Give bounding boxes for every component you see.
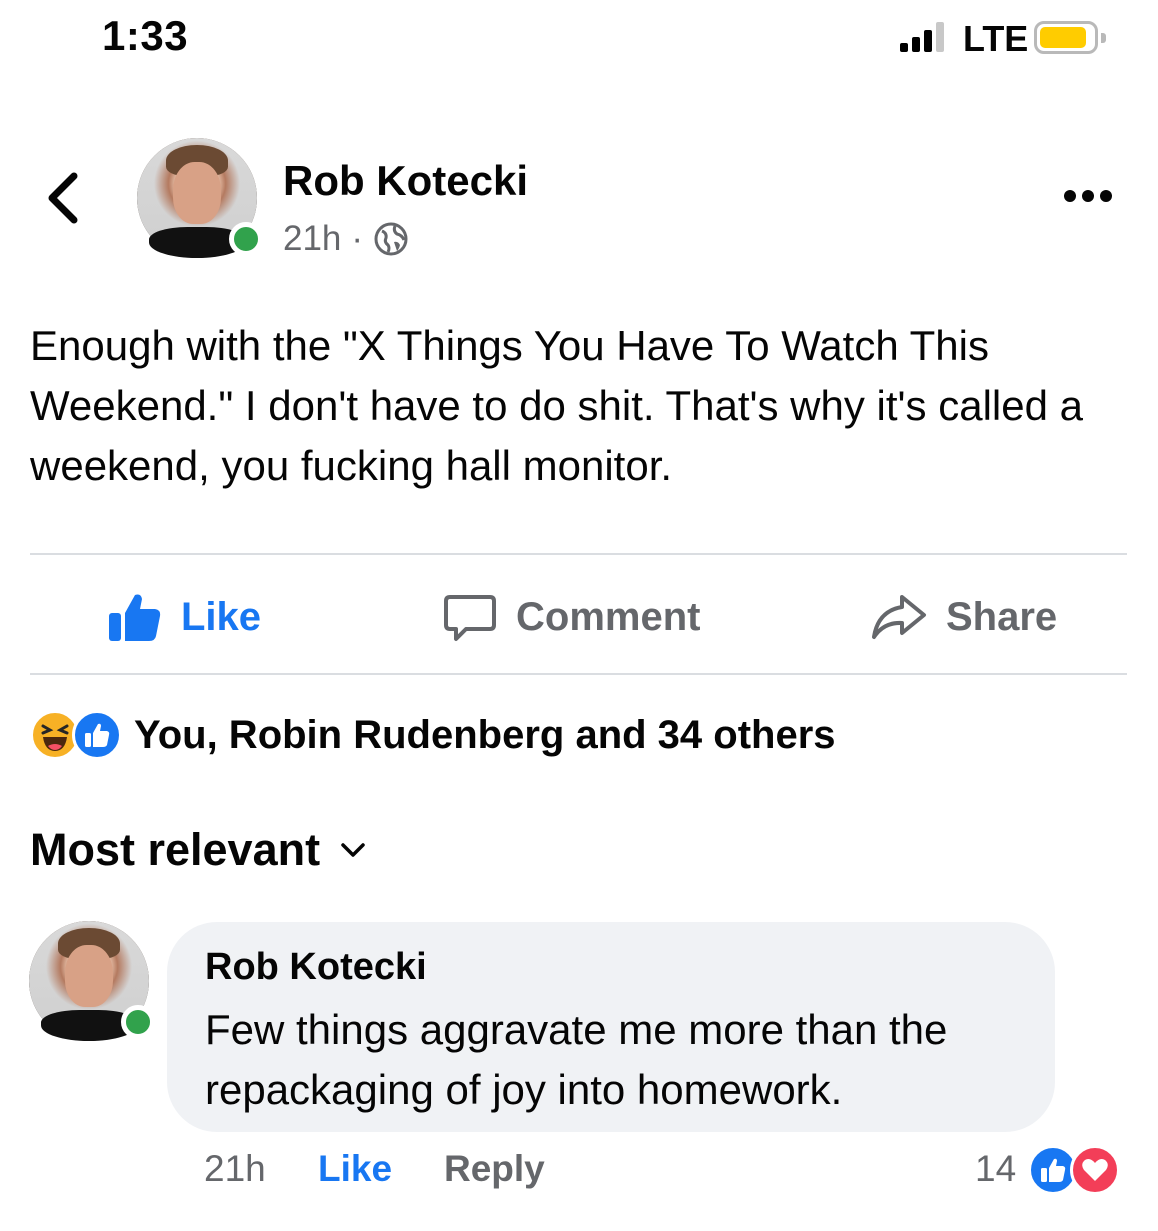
chevron-down-icon bbox=[341, 843, 365, 857]
comment-text: Few things aggravate me more than the re… bbox=[205, 1006, 948, 1113]
more-options-button[interactable] bbox=[1064, 190, 1112, 202]
post-meta: 21h · bbox=[283, 219, 409, 259]
online-status-dot bbox=[229, 222, 263, 256]
more-dot-icon bbox=[1082, 190, 1094, 202]
comment-reply-button[interactable]: Reply bbox=[444, 1148, 545, 1190]
like-reaction-icon bbox=[72, 710, 122, 760]
reactions-summary[interactable]: You, Robin Rudenberg and 34 others bbox=[30, 710, 836, 760]
comment-label: Comment bbox=[516, 594, 701, 639]
share-label: Share bbox=[946, 594, 1058, 639]
like-button[interactable]: Like bbox=[107, 587, 261, 647]
comment-reactions[interactable] bbox=[1028, 1145, 1120, 1195]
globe-icon bbox=[374, 222, 408, 256]
share-button[interactable]: Share bbox=[870, 587, 1057, 647]
more-dot-icon bbox=[1064, 190, 1076, 202]
share-icon bbox=[872, 595, 926, 639]
thumbs-up-icon bbox=[109, 594, 161, 641]
post-author-name[interactable]: Rob Kotecki bbox=[283, 157, 528, 205]
comment-icon bbox=[444, 595, 496, 641]
battery-icon bbox=[1034, 21, 1106, 54]
comments-sort-dropdown[interactable]: Most relevant bbox=[30, 824, 366, 876]
back-button[interactable] bbox=[40, 170, 90, 226]
reactions-summary-text: You, Robin Rudenberg and 34 others bbox=[134, 712, 836, 757]
chevron-left-icon bbox=[48, 172, 78, 224]
signal-icon bbox=[900, 22, 944, 52]
comment-author-name[interactable]: Rob Kotecki bbox=[205, 946, 427, 989]
post-text: Enough with the "X Things You Have To Wa… bbox=[30, 322, 1083, 489]
online-status-dot bbox=[121, 1005, 155, 1039]
network-type: LTE bbox=[963, 18, 1029, 59]
sort-label: Most relevant bbox=[30, 824, 321, 875]
like-label: Like bbox=[181, 594, 262, 639]
divider bbox=[30, 553, 1127, 555]
comment-like-button[interactable]: Like bbox=[318, 1148, 392, 1190]
meta-separator: · bbox=[351, 219, 364, 258]
comment-reaction-count[interactable]: 14 bbox=[975, 1148, 1016, 1190]
love-reaction-icon bbox=[1070, 1145, 1120, 1195]
author-avatar[interactable] bbox=[137, 138, 263, 258]
divider bbox=[30, 673, 1127, 675]
commenter-avatar[interactable] bbox=[29, 921, 155, 1041]
status-time: 1:33 bbox=[102, 12, 189, 59]
comment-button[interactable]: Comment bbox=[442, 587, 700, 647]
more-dot-icon bbox=[1100, 190, 1112, 202]
post-time[interactable]: 21h bbox=[283, 219, 341, 259]
comment-time: 21h bbox=[204, 1148, 266, 1189]
